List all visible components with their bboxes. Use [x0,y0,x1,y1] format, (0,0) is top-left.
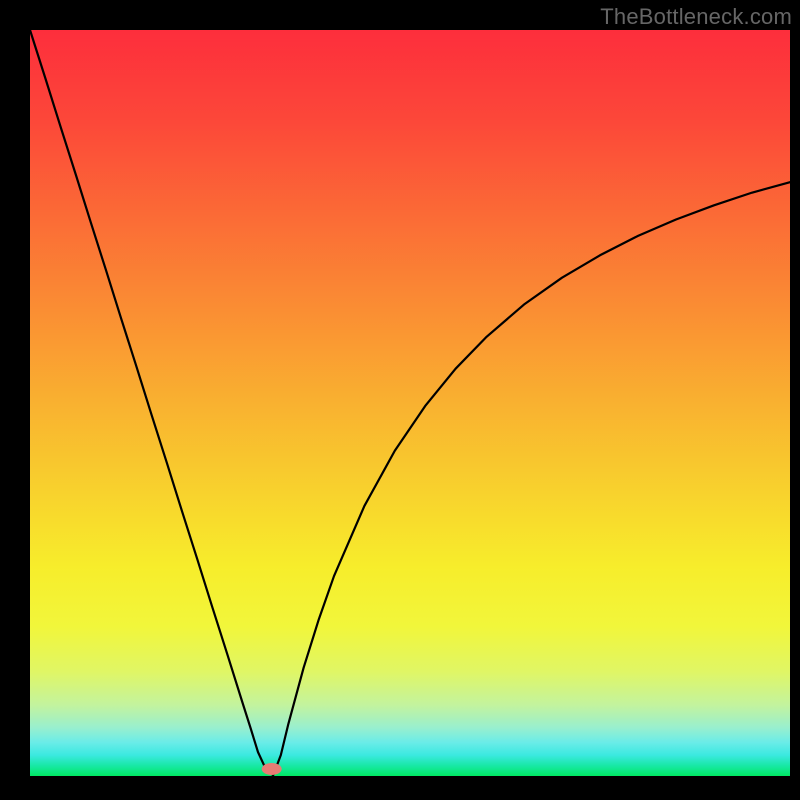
plot-area [30,30,790,776]
optimal-marker [262,763,282,775]
attribution-text: TheBottleneck.com [600,4,792,30]
bottleneck-chart [0,0,800,800]
chart-frame: TheBottleneck.com [0,0,800,800]
